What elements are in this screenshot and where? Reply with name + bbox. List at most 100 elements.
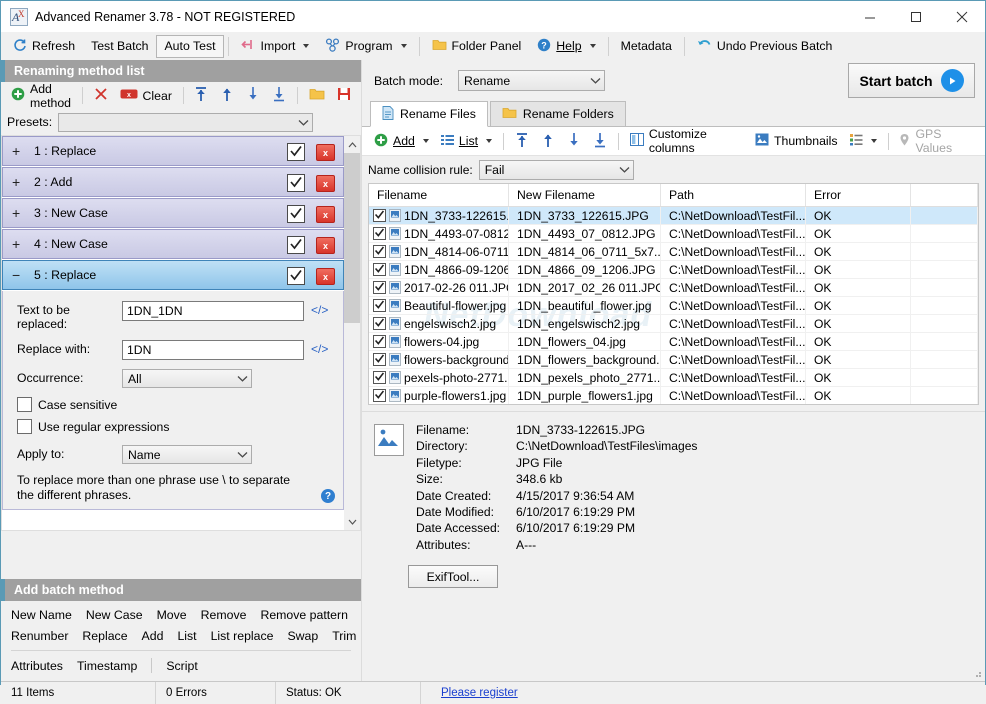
renumber-method-button[interactable]: Renumber (11, 629, 68, 643)
cell-error[interactable]: OK (806, 207, 911, 224)
apply-to-dropdown[interactable]: Name (122, 445, 252, 464)
gps-values-button[interactable]: GPS Values (893, 127, 979, 155)
table-row[interactable]: flowers-04.jpg 1DN_flowers_04.jpg C:\NetDo… (369, 333, 978, 351)
expand-icon[interactable]: + (12, 143, 26, 159)
file-move-to-top-button[interactable] (509, 130, 535, 152)
remove-method-button[interactable]: Remove (201, 608, 247, 622)
cell-path[interactable]: C:\NetDownload\TestFil... (661, 369, 806, 386)
table-row[interactable]: 1DN_3733-122615.... 1DN_3733_122615.JPG C:… (369, 207, 978, 225)
cell-extra[interactable] (911, 369, 978, 386)
cell-path[interactable]: C:\NetDownload\TestFil... (661, 225, 806, 242)
cell-extra[interactable] (911, 243, 978, 260)
list-replace-method-button[interactable]: List replace (211, 629, 274, 643)
cell-new-filename[interactable]: 1DN_flowers_04.jpg (509, 333, 661, 350)
move-method-button[interactable]: Move (157, 608, 187, 622)
cell-path[interactable]: C:\NetDownload\TestFil... (661, 315, 806, 332)
tab-rename-files[interactable]: Rename Files (370, 101, 488, 127)
method-enabled-checkbox[interactable] (287, 143, 305, 161)
cell-filename[interactable]: engelswisch2.jpg (369, 315, 509, 332)
file-move-down-button[interactable] (561, 130, 587, 152)
remove-method-button[interactable] (88, 85, 114, 106)
cell-filename[interactable]: pexels-photo-2771... (369, 369, 509, 386)
collapse-icon[interactable]: − (12, 267, 26, 283)
cell-extra[interactable] (911, 333, 978, 350)
table-row[interactable]: flowers-background... 1DN_flowers_backgro… (369, 351, 978, 369)
cell-extra[interactable] (911, 207, 978, 224)
case-sensitive-checkbox[interactable] (17, 397, 32, 412)
cell-extra[interactable] (911, 315, 978, 332)
new-name-method-button[interactable]: New Name (11, 608, 72, 622)
replace-with-input[interactable]: 1DN (122, 340, 304, 360)
row-checkbox[interactable] (373, 227, 386, 240)
row-checkbox[interactable] (373, 353, 386, 366)
cell-extra[interactable] (911, 261, 978, 278)
move-to-top-button[interactable] (188, 85, 214, 106)
method-list-scrollbar[interactable] (344, 135, 361, 531)
row-checkbox[interactable] (373, 209, 386, 222)
cell-extra[interactable] (911, 225, 978, 242)
new-case-method-button[interactable]: New Case (86, 608, 143, 622)
cell-error[interactable]: OK (806, 315, 911, 332)
table-row[interactable]: engelswisch2.jpg 1DN_engelswisch2.jpg C:\N… (369, 315, 978, 333)
cell-path[interactable]: C:\NetDownload\TestFil... (661, 333, 806, 350)
cell-new-filename[interactable]: 1DN_pexels_photo_2771... (509, 369, 661, 386)
file-list-table[interactable]: NetDownload Filename New Filename Path E… (368, 183, 979, 405)
scroll-up-button[interactable] (344, 136, 360, 153)
row-checkbox[interactable] (373, 317, 386, 330)
row-checkbox[interactable] (373, 299, 386, 312)
method-row-1[interactable]: + 1 : Replace x (2, 136, 344, 166)
resize-grip-icon[interactable] (971, 667, 982, 681)
table-row[interactable]: purple-flowers1.jpg 1DN_purple_flowers1.j… (369, 387, 978, 404)
table-row[interactable]: 1DN_4866-09-1206... 1DN_4866_09_1206.JPG C… (369, 261, 978, 279)
clear-button[interactable]: x Clear (114, 85, 178, 106)
cell-path[interactable]: C:\NetDownload\TestFil... (661, 243, 806, 260)
move-to-bottom-button[interactable] (266, 85, 292, 106)
expand-icon[interactable]: + (12, 174, 26, 190)
row-checkbox[interactable] (373, 281, 386, 294)
scrollbar-track[interactable] (344, 153, 360, 513)
file-move-to-bottom-button[interactable] (587, 130, 613, 152)
method-delete-button[interactable]: x (316, 144, 335, 161)
cell-error[interactable]: OK (806, 243, 911, 260)
row-checkbox[interactable] (373, 371, 386, 384)
script-method-button[interactable]: Script (166, 659, 197, 673)
method-row-5[interactable]: − 5 : Replace x (2, 260, 344, 290)
cell-new-filename[interactable]: 1DN_flowers_background... (509, 351, 661, 368)
table-row[interactable]: 1DN_4493-07-0812... 1DN_4493_07_0812.JPG C… (369, 225, 978, 243)
method-row-3[interactable]: + 3 : New Case x (2, 198, 344, 228)
column-header-extra[interactable] (911, 184, 978, 206)
method-delete-button[interactable]: x (316, 237, 335, 254)
method-row-4[interactable]: + 4 : New Case x (2, 229, 344, 259)
row-checkbox[interactable] (373, 335, 386, 348)
cell-path[interactable]: C:\NetDownload\TestFil... (661, 261, 806, 278)
cell-new-filename[interactable]: 1DN_4493_07_0812.JPG (509, 225, 661, 242)
help-icon[interactable]: ? (321, 489, 335, 503)
cell-new-filename[interactable]: 1DN_engelswisch2.jpg (509, 315, 661, 332)
column-header-error[interactable]: Error (806, 184, 911, 206)
cell-error[interactable]: OK (806, 225, 911, 242)
file-move-up-button[interactable] (535, 130, 561, 152)
add-method-button-2[interactable]: Add (142, 629, 164, 643)
column-header-filename[interactable]: Filename (369, 184, 509, 206)
method-enabled-checkbox[interactable] (287, 205, 305, 223)
code-tag-icon[interactable]: </> (311, 301, 328, 317)
save-methods-button[interactable] (331, 85, 357, 106)
row-checkbox[interactable] (373, 389, 386, 402)
cell-filename[interactable]: 1DN_4814-06-0711... (369, 243, 509, 260)
cell-filename[interactable]: flowers-background... (369, 351, 509, 368)
metadata-button[interactable]: Metadata (613, 35, 680, 57)
method-enabled-checkbox[interactable] (287, 267, 305, 285)
case-sensitive-row[interactable]: Case sensitive (17, 397, 331, 412)
expand-icon[interactable]: + (12, 205, 26, 221)
cell-error[interactable]: OK (806, 297, 911, 314)
add-method-button[interactable]: Add method (5, 82, 77, 110)
cell-filename[interactable]: 1DN_3733-122615.... (369, 207, 509, 224)
cell-path[interactable]: C:\NetDownload\TestFil... (661, 351, 806, 368)
cell-new-filename[interactable]: 1DN_2017_02_26 011.JPG (509, 279, 661, 296)
timestamp-method-button[interactable]: Timestamp (77, 659, 137, 673)
cell-path[interactable]: C:\NetDownload\TestFil... (661, 207, 806, 224)
column-header-path[interactable]: Path (661, 184, 806, 206)
close-button[interactable] (939, 1, 985, 32)
table-row[interactable]: Beautiful-flower.jpg 1DN_beautiful_flower… (369, 297, 978, 315)
cell-error[interactable]: OK (806, 279, 911, 296)
